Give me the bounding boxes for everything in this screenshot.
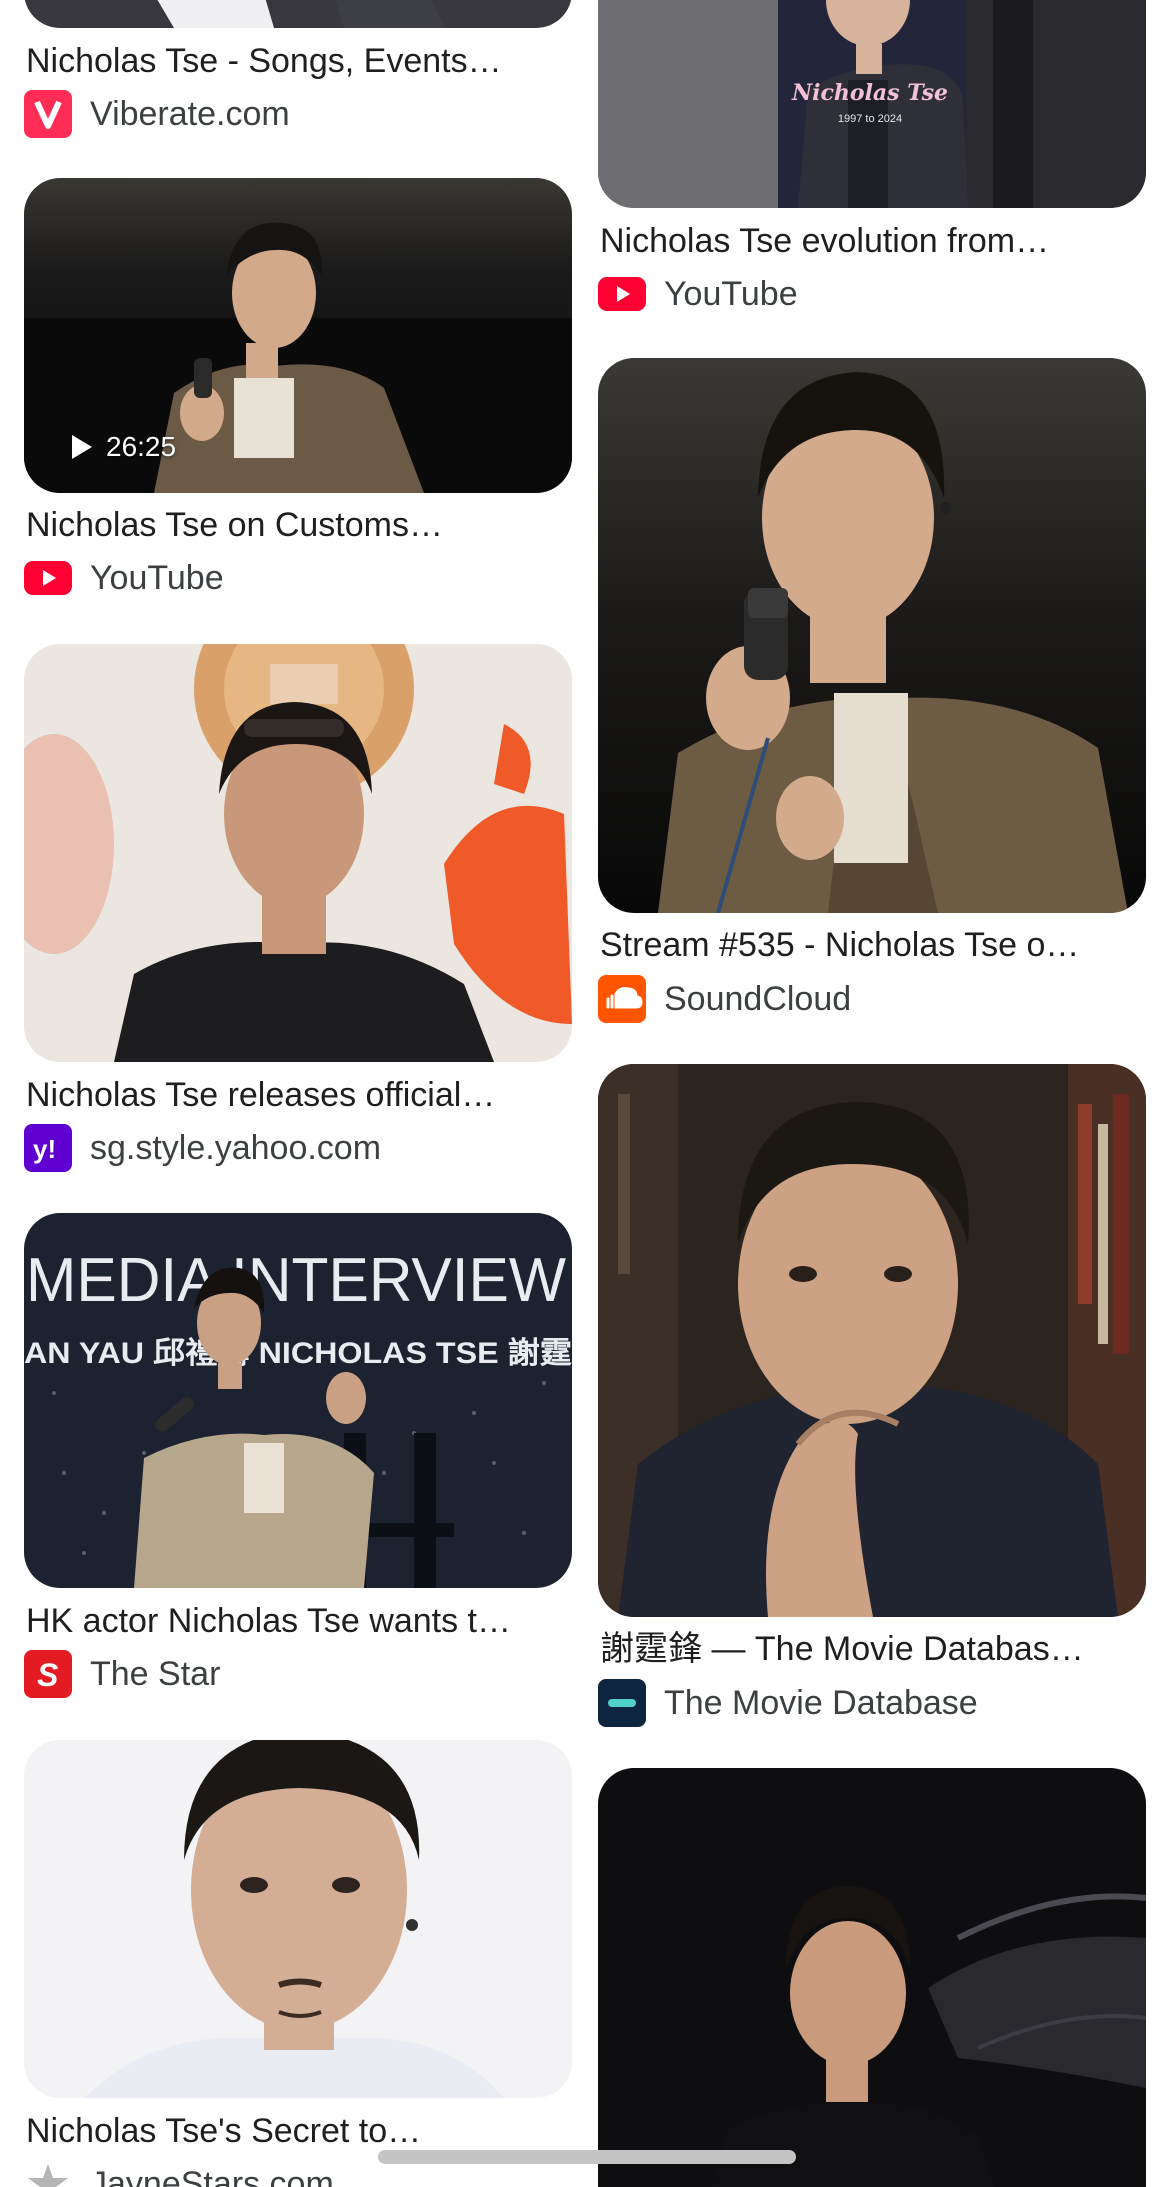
viberate-icon	[24, 90, 72, 138]
result-card-tmdb[interactable]: 謝霆鋒 — The Movie Databas… The Movie Datab…	[598, 1064, 1146, 1734]
source-name: Viberate.com	[90, 95, 290, 133]
result-card-soundcloud[interactable]: Stream #535 - Nicholas Tse o… SoundCloud	[598, 358, 1146, 1030]
svg-text:y!: y!	[33, 1134, 56, 1164]
yahoo-icon: y!	[24, 1124, 72, 1172]
source-name: SoundCloud	[664, 980, 852, 1018]
svg-text:S: S	[37, 1657, 59, 1693]
result-source[interactable]: JayneStars.com	[24, 2160, 334, 2187]
result-card-youtube-customs[interactable]: 26:25 Nicholas Tse on Customs… YouTube	[24, 178, 572, 608]
result-thumbnail[interactable]: Nicholas Tse 1997 to 2024	[598, 0, 1146, 208]
video-duration: 26:25	[106, 431, 177, 462]
result-title[interactable]: Nicholas Tse releases official…	[26, 1074, 566, 1116]
play-icon	[72, 435, 92, 459]
result-source[interactable]: y! sg.style.yahoo.com	[24, 1124, 381, 1172]
result-title[interactable]: Nicholas Tse evolution from…	[600, 220, 1140, 262]
the-star-icon: S	[24, 1650, 72, 1698]
source-name: YouTube	[90, 559, 224, 597]
result-card-the-star[interactable]: MEDIA INTERVIEW AN YAU 邱禮濤 NICHOLAS TSE …	[24, 1213, 572, 1703]
video-overlay-years: 1997 to 2024	[838, 113, 902, 125]
video-duration-badge: 26:25	[72, 431, 176, 463]
result-card-cropped[interactable]	[598, 1768, 1146, 2187]
result-source[interactable]: YouTube	[24, 554, 224, 602]
result-thumbnail[interactable]	[24, 1740, 572, 2098]
result-card-jaynestars[interactable]: Nicholas Tse's Secret to… JayneStars.com	[24, 1740, 572, 2187]
result-thumbnail[interactable]	[598, 1768, 1146, 2187]
result-title[interactable]: HK actor Nicholas Tse wants t…	[26, 1600, 566, 1642]
source-name: The Movie Database	[664, 1684, 978, 1722]
source-name: YouTube	[664, 275, 798, 313]
result-title[interactable]: Stream #535 - Nicholas Tse o…	[600, 924, 1140, 966]
jaynestars-icon	[24, 2160, 72, 2187]
result-thumbnail[interactable]	[598, 358, 1146, 913]
result-thumbnail[interactable]	[598, 1064, 1146, 1617]
result-card-youtube-evolution[interactable]: Nicholas Tse 1997 to 2024 Nicholas Tse e…	[598, 0, 1146, 330]
home-indicator[interactable]	[378, 2150, 796, 2164]
result-source[interactable]: YouTube	[598, 270, 798, 318]
result-title[interactable]: Nicholas Tse's Secret to…	[26, 2110, 566, 2152]
result-source[interactable]: The Movie Database	[598, 1679, 978, 1727]
youtube-icon	[24, 554, 72, 602]
result-title[interactable]: Nicholas Tse - Songs, Events…	[26, 40, 566, 82]
result-thumbnail[interactable]: MEDIA INTERVIEW AN YAU 邱禮濤 NICHOLAS TSE …	[24, 1213, 572, 1588]
soundcloud-icon	[598, 975, 646, 1023]
interview-backdrop-text: MEDIA INTERVIEW	[26, 1246, 566, 1315]
result-thumbnail[interactable]: 26:25	[24, 178, 572, 493]
result-source[interactable]: SoundCloud	[598, 975, 851, 1023]
result-card-viberate[interactable]: Nicholas Tse - Songs, Events… Viberate.c…	[24, 0, 572, 145]
result-thumbnail[interactable]	[24, 644, 572, 1062]
source-name: sg.style.yahoo.com	[90, 1129, 382, 1167]
result-source[interactable]: S The Star	[24, 1650, 220, 1698]
result-title[interactable]: Nicholas Tse on Customs…	[26, 504, 566, 546]
source-name: JayneStars.com	[90, 2165, 334, 2187]
result-card-yahoo[interactable]: Nicholas Tse releases official… y! sg.st…	[24, 644, 572, 1174]
youtube-icon	[598, 270, 646, 318]
tmdb-icon	[598, 1679, 646, 1727]
source-name: The Star	[90, 1655, 221, 1693]
interview-names-text: AN YAU 邱禮濤 NICHOLAS TSE 謝霆	[24, 1337, 572, 1370]
result-source[interactable]: Viberate.com	[24, 90, 290, 138]
image-results-grid: Nicholas Tse - Songs, Events… Viberate.c…	[0, 0, 1170, 2187]
result-thumbnail[interactable]	[24, 0, 572, 28]
result-title[interactable]: 謝霆鋒 — The Movie Databas…	[600, 1628, 1140, 1670]
video-overlay-name: Nicholas Tse	[791, 80, 948, 106]
